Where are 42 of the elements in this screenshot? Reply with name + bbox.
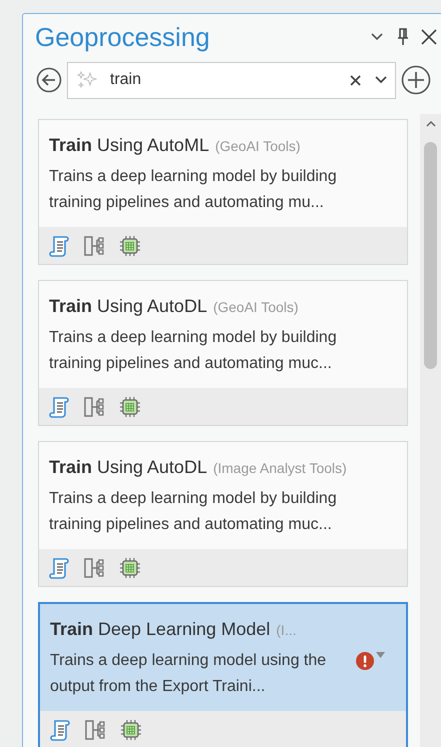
sparkle-icon — [76, 70, 98, 90]
chip-icon[interactable] — [120, 718, 142, 740]
tool-result-card[interactable]: Train Using AutoDL (GeoAI Tools) Trains a deep learning model by building training pipelines and automating muc... — [38, 280, 408, 426]
model-diagram-icon[interactable] — [83, 396, 105, 418]
toolbox-name: (I... — [276, 621, 296, 640]
script-scroll-icon[interactable] — [49, 234, 69, 256]
chevron-down-icon[interactable] — [371, 33, 383, 41]
toolbox-name: (GeoAI Tools) — [213, 298, 298, 317]
script-scroll-icon[interactable] — [50, 718, 70, 740]
model-diagram-icon[interactable] — [83, 234, 105, 256]
pin-icon[interactable] — [397, 28, 409, 46]
toolbox-name: (GeoAI Tools) — [215, 137, 300, 156]
dropdown-caret-icon[interactable] — [376, 652, 385, 658]
tool-description: Trains a deep learning model by building training pipelines and automating muc... — [49, 328, 338, 374]
model-diagram-icon[interactable] — [84, 718, 106, 740]
tool-name: Train Using AutoDL — [49, 456, 208, 479]
toolbox-name: (Image Analyst Tools) — [213, 459, 347, 478]
add-icon[interactable] — [401, 65, 431, 95]
tool-result-card[interactable]: Train Using AutoDL (Image Analyst Tools) Trains a deep learning model by building training pipelines and automating muc... — [38, 441, 408, 587]
tool-result-card[interactable]: Train Deep Learning Model (I... Trains a deep learning model using the output from the Export Traini... — [38, 602, 408, 747]
tool-name: Train Using AutoDL — [49, 295, 208, 318]
search-box[interactable]: train — [67, 62, 396, 98]
pane-title: Geoprocessing — [35, 20, 211, 54]
tool-name: Train Using AutoML — [49, 134, 210, 157]
chevron-down-icon[interactable] — [375, 76, 387, 84]
chip-icon[interactable] — [119, 556, 141, 578]
tool-description: Trains a deep learning model by building training pipelines and automating mu... — [49, 167, 338, 213]
chip-icon[interactable] — [119, 396, 141, 418]
script-scroll-icon[interactable] — [49, 556, 69, 578]
scrollbar[interactable] — [420, 114, 441, 747]
model-diagram-icon[interactable] — [83, 556, 105, 578]
scrollbar-thumb[interactable] — [424, 142, 437, 369]
script-scroll-icon[interactable] — [49, 396, 69, 418]
tool-result-card[interactable]: Train Using AutoML (GeoAI Tools) Trains a deep learning model by building training pipelines and automating mu... — [38, 119, 408, 265]
tool-description: Trains a deep learning model by building training pipelines and automating muc... — [49, 489, 338, 535]
clear-icon[interactable] — [350, 74, 361, 86]
tool-name: Train Deep Learning Model — [50, 618, 270, 641]
search-input[interactable]: train — [110, 68, 350, 92]
scroll-up-icon[interactable] — [426, 120, 436, 127]
tool-description: Trains a deep learning model using the output from the Export Traini... — [50, 651, 328, 697]
close-icon[interactable] — [421, 29, 437, 45]
chip-icon[interactable] — [119, 234, 141, 256]
